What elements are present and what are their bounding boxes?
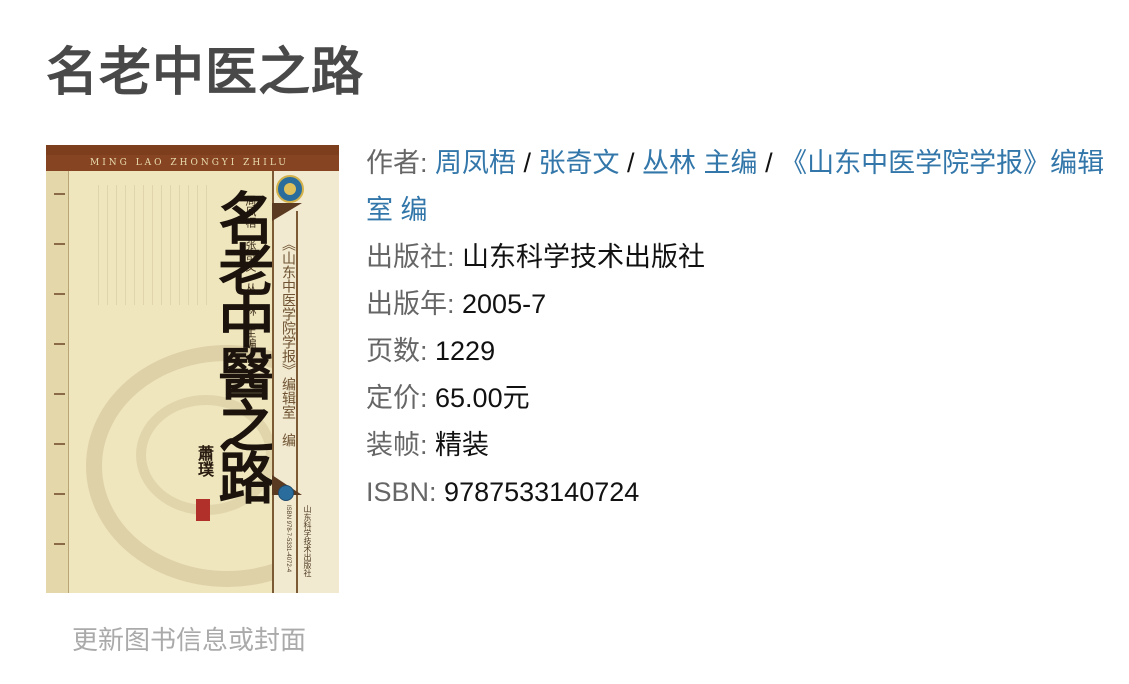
author-label: 作者: [366, 148, 420, 178]
book-info: 作者: 周凤梧 / 张奇文 / 丛林 主编 / 《山东中医学院学报》编辑室 编 …: [366, 140, 1111, 516]
binding-value: 精装: [435, 430, 490, 460]
cover-isbn: ISBN 978-7-5331-4072-4: [285, 505, 291, 573]
binding-row: 装帧: 精装: [366, 430, 490, 460]
cover-stitch: [54, 393, 65, 395]
pages-value: 1229: [435, 336, 496, 366]
cover-stitch: [54, 493, 65, 495]
isbn-label: ISBN: [366, 477, 430, 507]
price-label: 定价: [366, 383, 420, 413]
cover-stitch: [54, 443, 65, 445]
author-link[interactable]: 张奇文: [539, 148, 620, 178]
cover-journal-name: 《山东中医学院学报》编辑室 编: [280, 237, 296, 447]
pages-label: 页数: [366, 336, 420, 366]
author-link[interactable]: 丛林 主编: [642, 148, 758, 178]
book-title: 名老中医之路: [46, 43, 365, 103]
publisher-logo-icon: [278, 485, 294, 501]
book-page: 名老中医之路 MING LAO ZHONGYI ZHILU 周凤梧 张奇文 丛 …: [0, 0, 1129, 684]
cover-top-band: [46, 145, 339, 155]
cover-signature: 蕭璞: [195, 445, 212, 477]
update-book-info-link[interactable]: 更新图书信息或封面: [72, 620, 306, 657]
publisher-value: 山东科学技术出版社: [462, 242, 706, 272]
cover-red-seal: [196, 499, 210, 521]
author-link[interactable]: 周凤梧: [435, 148, 516, 178]
cover-stitch: [54, 293, 65, 295]
book-cover-image[interactable]: MING LAO ZHONGYI ZHILU 周凤梧 张奇文 丛 林 主编 名老…: [46, 145, 339, 593]
cover-stitch: [54, 243, 65, 245]
cover-binding-strip: [46, 171, 68, 593]
price-row: 定价: 65.00元: [366, 383, 530, 413]
cover-corner-triangle: [272, 203, 302, 221]
price-value: 65.00元: [435, 383, 530, 413]
year-row: 出版年: 2005-7: [366, 289, 547, 319]
year-label: 出版年: [366, 289, 447, 319]
cover-right-line: [296, 211, 298, 593]
pages-row: 页数: 1229: [366, 336, 496, 366]
author-row: 作者: 周凤梧 / 张奇文 / 丛林 主编 / 《山东中医学院学报》编辑室 编: [366, 148, 1105, 225]
publisher-row: 出版社: 山东科学技术出版社: [366, 242, 706, 272]
cover-calligraphy-title: 名老中醫之路: [209, 189, 275, 501]
cover-pinyin: MING LAO ZHONGYI ZHILU: [46, 155, 339, 171]
year-value: 2005-7: [462, 289, 547, 319]
publisher-label: 出版社: [366, 242, 447, 272]
cover-stitch: [54, 193, 65, 195]
cover-stitch: [54, 543, 65, 545]
cover-binding-line: [68, 171, 69, 593]
binding-label: 装帧: [366, 430, 420, 460]
cover-stitch: [54, 343, 65, 345]
isbn-row: ISBN: 9787533140724: [366, 477, 640, 507]
cover-publisher: 山东科学技术出版社: [303, 505, 312, 577]
journal-logo-icon: [276, 175, 304, 203]
isbn-value: 9787533140724: [444, 477, 640, 507]
